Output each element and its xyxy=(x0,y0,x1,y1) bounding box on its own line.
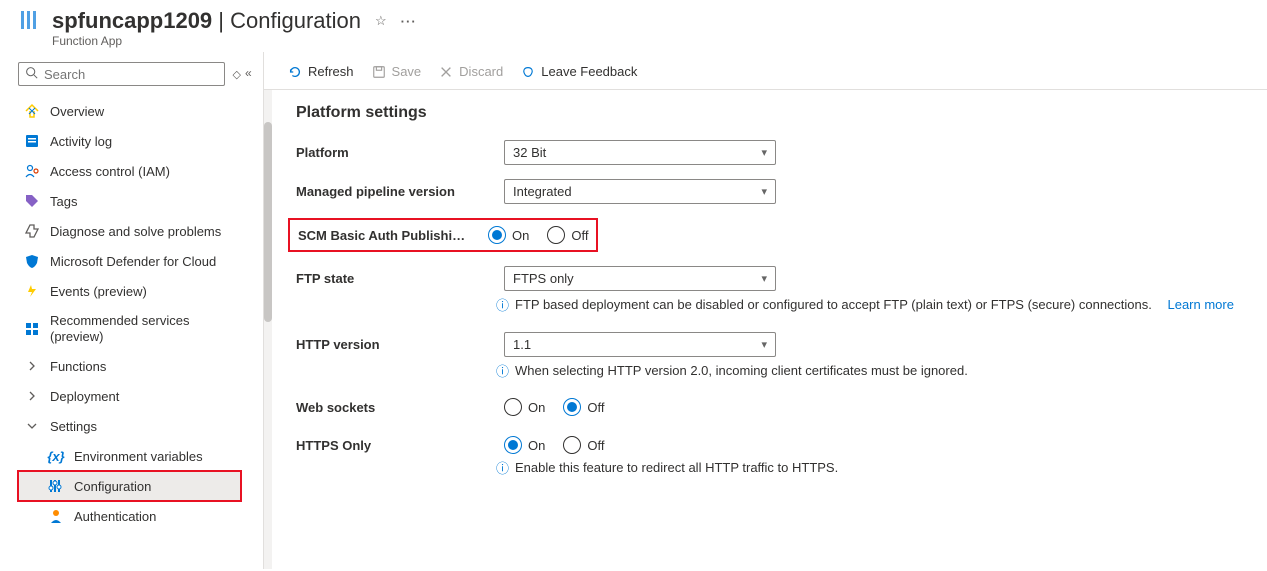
scrollbar-thumb[interactable] xyxy=(264,122,272,322)
recommended-icon xyxy=(24,321,40,337)
https-only-label: HTTPS Only xyxy=(296,438,496,453)
toolbar: Refresh Save Discard Leave Feedback xyxy=(264,52,1267,90)
sidebar: ◇ Overview Activity log Access control (… xyxy=(0,52,245,569)
https-only-radio-group: On Off xyxy=(504,436,604,454)
https-only-help-text: ⓘEnable this feature to redirect all HTT… xyxy=(496,458,1247,477)
pipeline-select[interactable]: Integrated▾ xyxy=(504,179,776,204)
sidebar-group-deployment[interactable]: Deployment xyxy=(18,381,241,411)
sidebar-item-tags[interactable]: Tags xyxy=(18,186,241,216)
main-panel: Refresh Save Discard Leave Feedback Plat… xyxy=(263,52,1267,569)
env-vars-icon: {x} xyxy=(48,448,64,464)
platform-select[interactable]: 32 Bit▾ xyxy=(504,140,776,165)
scm-auth-on-radio[interactable]: On xyxy=(488,226,529,244)
overview-icon xyxy=(24,103,40,119)
scm-auth-off-radio[interactable]: Off xyxy=(547,226,588,244)
chevron-down-icon: ▾ xyxy=(761,146,767,159)
sidebar-group-label: Deployment xyxy=(50,389,119,404)
https-only-on-radio[interactable]: On xyxy=(504,436,545,454)
chevron-down-icon xyxy=(24,418,40,434)
shield-icon xyxy=(24,253,40,269)
scm-auth-row: SCM Basic Auth Publishi… On Off xyxy=(288,218,598,252)
diagnose-icon xyxy=(24,223,40,239)
sidebar-nav: Overview Activity log Access control (IA… xyxy=(18,96,241,531)
sidebar-label: Diagnose and solve problems xyxy=(50,224,221,239)
sidebar-label: Authentication xyxy=(74,509,156,524)
chevron-down-icon: ▾ xyxy=(761,272,767,285)
tags-icon xyxy=(24,193,40,209)
section-title: Platform settings xyxy=(296,104,1247,122)
platform-label: Platform xyxy=(296,145,496,160)
access-control-icon xyxy=(24,163,40,179)
scm-auth-radio-group: On Off xyxy=(488,226,588,244)
sidebar-item-configuration[interactable]: Configuration xyxy=(18,471,241,501)
sidebar-label: Events (preview) xyxy=(50,284,147,299)
sidebar-item-diagnose[interactable]: Diagnose and solve problems xyxy=(18,216,241,246)
chevron-down-icon: ▾ xyxy=(761,338,767,351)
search-icon xyxy=(25,66,38,82)
ftp-learn-more-link[interactable]: Learn more xyxy=(1167,297,1233,312)
discard-button[interactable]: Discard xyxy=(439,64,503,79)
http-version-label: HTTP version xyxy=(296,337,496,352)
http-version-select[interactable]: 1.1▾ xyxy=(504,332,776,357)
websockets-on-radio[interactable]: On xyxy=(504,398,545,416)
chevron-right-icon xyxy=(24,358,40,374)
refresh-button[interactable]: Refresh xyxy=(288,64,354,79)
collapse-sidebar-icon[interactable]: « xyxy=(245,66,252,80)
scrollbar[interactable] xyxy=(264,90,272,569)
info-icon: ⓘ xyxy=(496,361,509,380)
sidebar-group-functions[interactable]: Functions xyxy=(18,351,241,381)
scm-auth-label: SCM Basic Auth Publishi… xyxy=(298,228,488,243)
info-icon: ⓘ xyxy=(496,458,509,477)
page-title: spfuncapp1209 | Configuration xyxy=(52,8,361,34)
websockets-radio-group: On Off xyxy=(504,398,604,416)
sidebar-label: Activity log xyxy=(50,134,112,149)
sidebar-label: Access control (IAM) xyxy=(50,164,170,179)
sidebar-collapse-track: « xyxy=(245,52,263,569)
ftp-state-label: FTP state xyxy=(296,271,496,286)
sidebar-item-authentication[interactable]: Authentication xyxy=(18,501,241,531)
http-help-text: ⓘWhen selecting HTTP version 2.0, incomi… xyxy=(496,361,1247,380)
sidebar-group-settings[interactable]: Settings xyxy=(18,411,241,441)
favorite-toggle-icon[interactable]: ☆ xyxy=(375,13,387,29)
websockets-label: Web sockets xyxy=(296,400,496,415)
events-icon xyxy=(24,283,40,299)
sidebar-group-label: Settings xyxy=(50,419,97,434)
info-icon: ⓘ xyxy=(496,295,509,314)
sidebar-search-input[interactable] xyxy=(44,67,218,82)
function-app-icon xyxy=(18,8,42,35)
more-menu-icon[interactable]: ··· xyxy=(401,14,417,29)
sidebar-label: Configuration xyxy=(74,479,151,494)
https-only-off-radio[interactable]: Off xyxy=(563,436,604,454)
expand-collapse-icon[interactable]: ◇ xyxy=(233,68,241,81)
sidebar-search[interactable] xyxy=(18,62,225,86)
sidebar-label: Tags xyxy=(50,194,77,209)
configuration-icon xyxy=(48,478,64,494)
activity-log-icon xyxy=(24,133,40,149)
websockets-off-radio[interactable]: Off xyxy=(563,398,604,416)
ftp-state-select[interactable]: FTPS only▾ xyxy=(504,266,776,291)
sidebar-group-label: Functions xyxy=(50,359,106,374)
chevron-right-icon xyxy=(24,388,40,404)
sidebar-item-activity-log[interactable]: Activity log xyxy=(18,126,241,156)
sidebar-item-defender[interactable]: Microsoft Defender for Cloud xyxy=(18,246,241,276)
sidebar-label: Recommended services (preview) xyxy=(50,313,237,344)
sidebar-label: Overview xyxy=(50,104,104,119)
resource-type-label: Function App xyxy=(52,34,417,48)
authentication-icon xyxy=(48,508,64,524)
sidebar-item-overview[interactable]: Overview xyxy=(18,96,241,126)
sidebar-label: Microsoft Defender for Cloud xyxy=(50,254,216,269)
sidebar-item-recommended[interactable]: Recommended services (preview) xyxy=(18,306,241,351)
page-header: spfuncapp1209 | Configuration ☆ ··· Func… xyxy=(0,0,1267,52)
sidebar-item-access-control[interactable]: Access control (IAM) xyxy=(18,156,241,186)
pipeline-label: Managed pipeline version xyxy=(296,184,496,199)
ftp-help-text: ⓘFTP based deployment can be disabled or… xyxy=(496,295,1247,314)
sidebar-item-events[interactable]: Events (preview) xyxy=(18,276,241,306)
feedback-button[interactable]: Leave Feedback xyxy=(521,64,637,79)
chevron-down-icon: ▾ xyxy=(761,185,767,198)
save-button[interactable]: Save xyxy=(372,64,422,79)
sidebar-item-env-vars[interactable]: {x} Environment variables xyxy=(18,441,241,471)
sidebar-label: Environment variables xyxy=(74,449,203,464)
